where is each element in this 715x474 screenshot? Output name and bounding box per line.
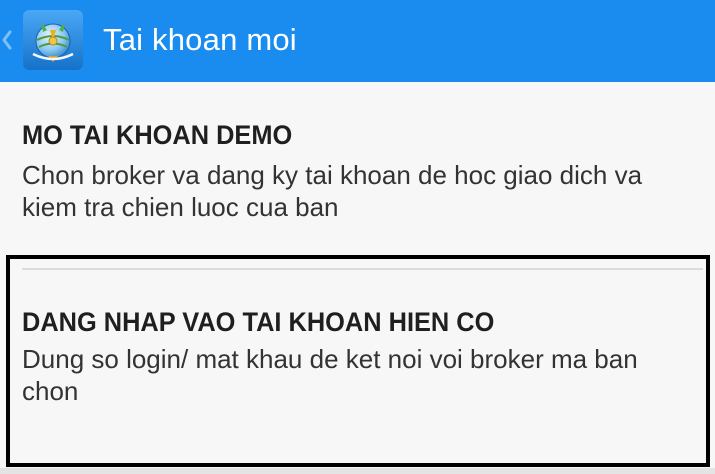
app-bar: Tai khoan moi	[0, 0, 715, 82]
metatrader-logo-icon[interactable]	[23, 10, 83, 70]
list-bottom-edge	[0, 468, 715, 474]
divider	[22, 268, 703, 270]
open-demo-account-option[interactable]: MO TAI KHOAN DEMO Chon broker va dang ky…	[0, 82, 715, 254]
page-title: Tai khoan moi	[103, 22, 297, 57]
login-existing-account-option[interactable]: DANG NHAP VAO TAI KHOAN HIEN CO Dung so …	[0, 254, 715, 470]
chevron-left-icon[interactable]	[0, 22, 14, 58]
option-description: Dung so login/ mat khau de ket noi voi b…	[22, 344, 638, 406]
option-description: Chon broker va dang ky tai khoan de hoc …	[22, 160, 643, 222]
option-title: MO TAI KHOAN DEMO	[22, 120, 293, 150]
option-title: DANG NHAP VAO TAI KHOAN HIEN CO	[22, 307, 495, 337]
